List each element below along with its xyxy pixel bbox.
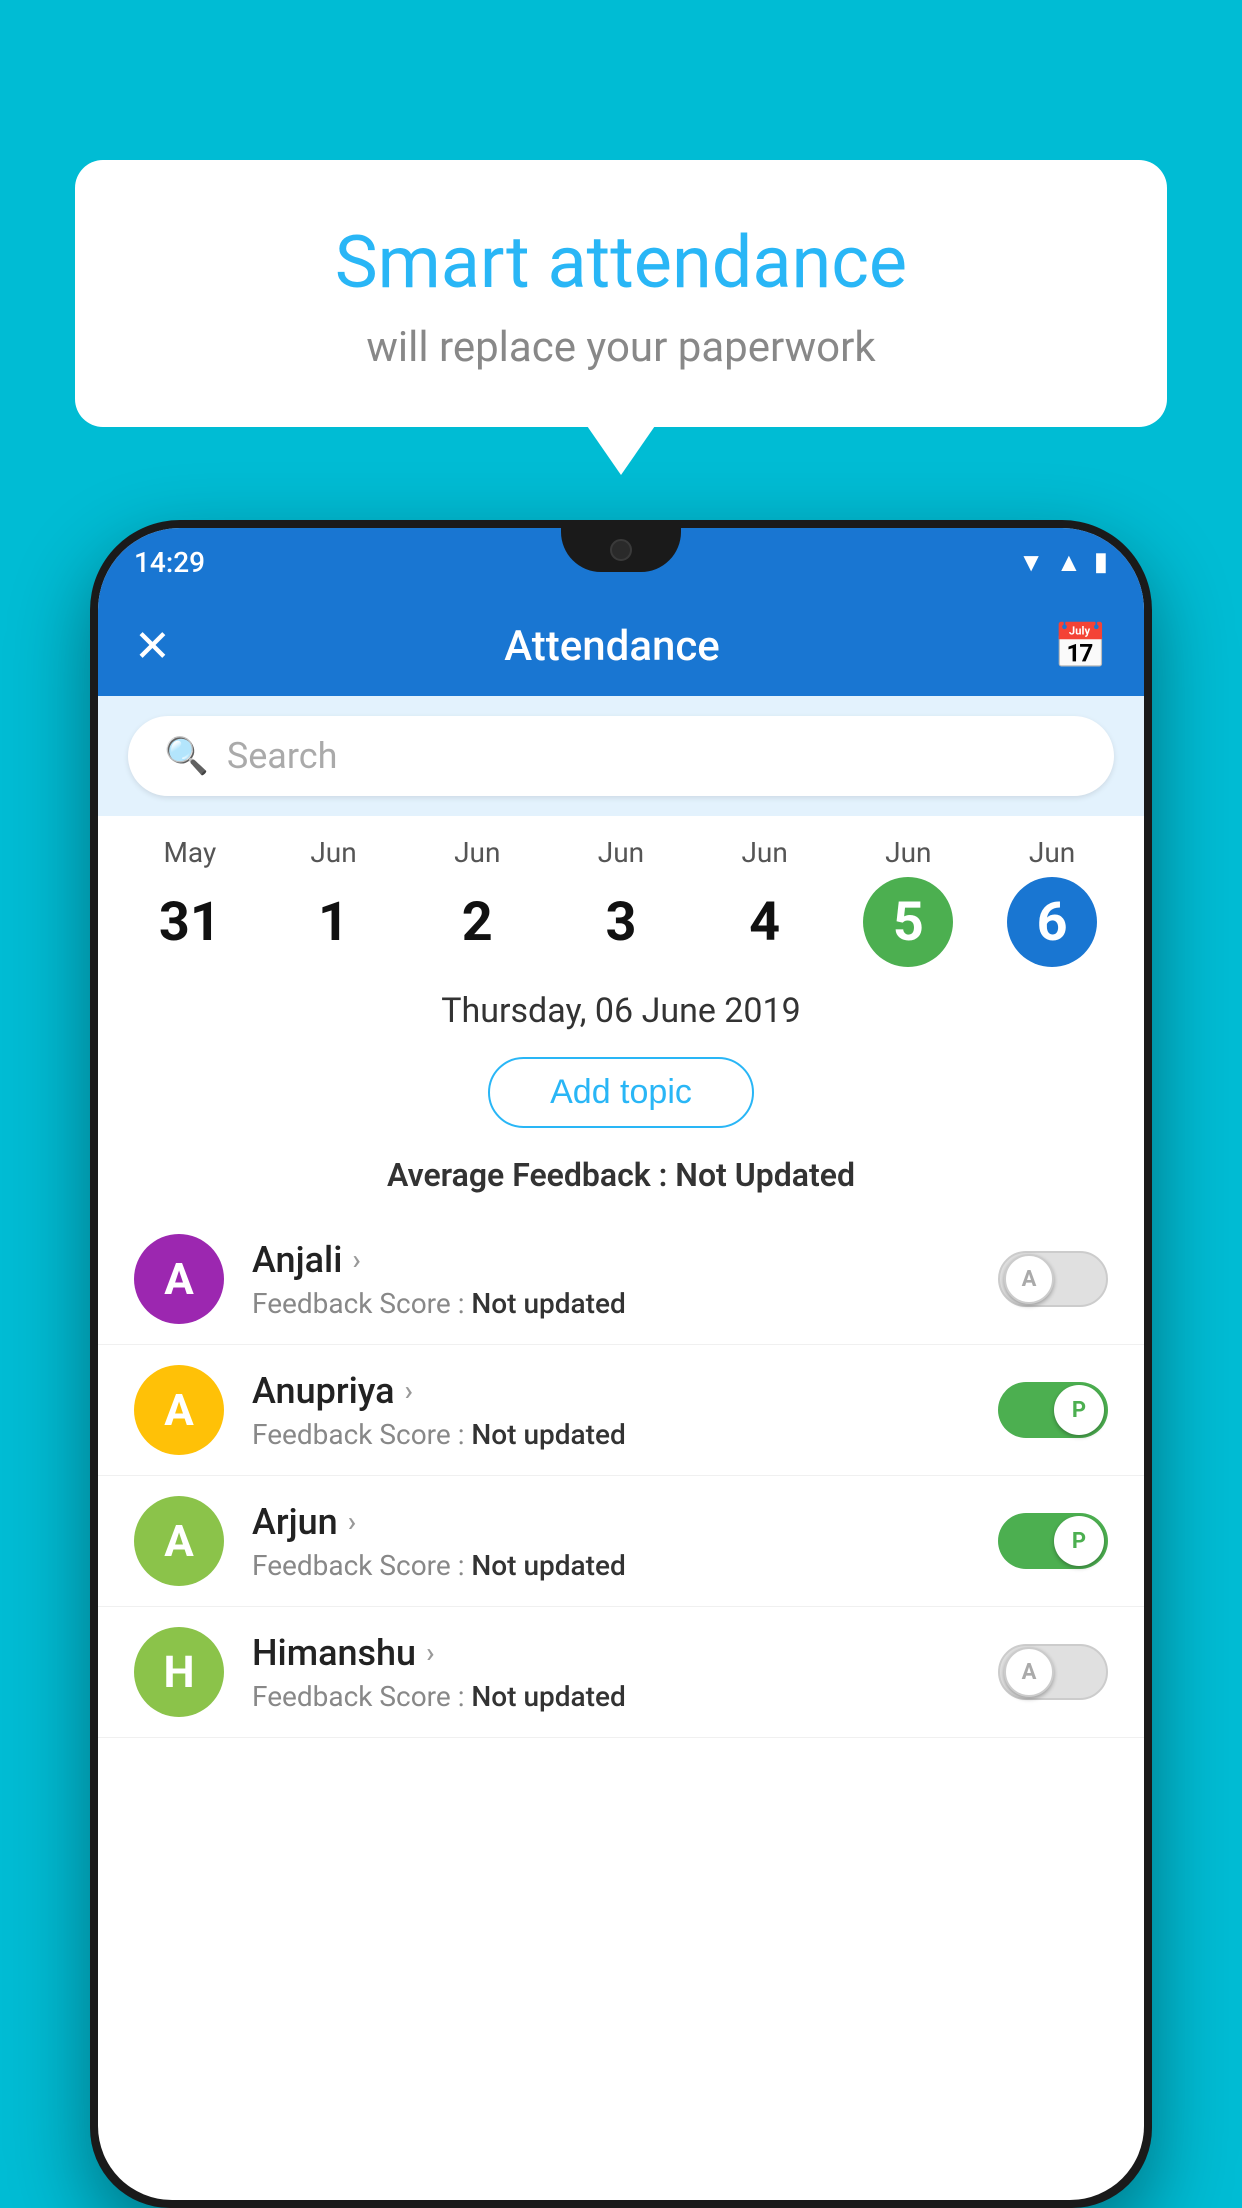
search-placeholder: Search	[227, 735, 338, 777]
student-info-himanshu: Himanshu › Feedback Score : Not updated	[252, 1632, 970, 1713]
student-feedback-himanshu: Feedback Score : Not updated	[252, 1680, 970, 1713]
battery-icon: ▮	[1094, 547, 1108, 577]
student-item-himanshu: H Himanshu › Feedback Score : Not update…	[98, 1607, 1144, 1738]
toggle-knob-anupriya: P	[1054, 1385, 1104, 1435]
toggle-himanshu[interactable]: A	[998, 1644, 1108, 1700]
cal-day-2[interactable]: Jun 2	[412, 836, 542, 967]
student-info-anupriya: Anupriya › Feedback Score : Not updated	[252, 1370, 970, 1451]
avg-feedback-value: Not Updated	[675, 1156, 855, 1194]
cal-month-3: Jun	[598, 836, 644, 869]
cal-month-2: Jun	[454, 836, 500, 869]
cal-day-1[interactable]: Jun 1	[269, 836, 399, 967]
speech-bubble-subtitle: will replace your paperwork	[135, 323, 1107, 372]
cal-num-6: 6	[1007, 877, 1097, 967]
status-time: 14:29	[134, 546, 205, 579]
search-bar[interactable]: 🔍 Search	[128, 716, 1114, 796]
student-feedback-anupriya: Feedback Score : Not updated	[252, 1418, 970, 1451]
avatar-anjali: A	[134, 1234, 224, 1324]
student-item-anjali: A Anjali › Feedback Score : Not updated …	[98, 1214, 1144, 1345]
avatar-arjun: A	[134, 1496, 224, 1586]
notch	[561, 528, 681, 572]
cal-day-0[interactable]: May 31	[125, 836, 255, 967]
app-title: Attendance	[504, 622, 719, 671]
add-topic-container: Add topic	[98, 1047, 1144, 1148]
chevron-icon-anjali: ›	[352, 1243, 360, 1276]
student-name-arjun[interactable]: Arjun ›	[252, 1501, 970, 1543]
student-item-arjun: A Arjun › Feedback Score : Not updated P	[98, 1476, 1144, 1607]
wifi-icon: ▼	[1018, 547, 1044, 578]
toggle-container-anupriya[interactable]: P	[998, 1382, 1108, 1438]
speech-bubble-container: Smart attendance will replace your paper…	[75, 160, 1167, 427]
toggle-anupriya[interactable]: P	[998, 1382, 1108, 1438]
calendar-icon[interactable]: 📅	[1053, 620, 1108, 672]
toggle-anjali[interactable]: A	[998, 1251, 1108, 1307]
status-bar: 14:29 ▼ ▲ ▮	[98, 528, 1144, 596]
cal-day-5[interactable]: Jun 5	[843, 836, 973, 967]
cal-month-0: May	[163, 836, 216, 869]
phone-frame: 14:29 ▼ ▲ ▮ ✕ Attendance 📅 🔍 Search May …	[90, 520, 1152, 2208]
toggle-knob-arjun: P	[1054, 1516, 1104, 1566]
student-name-anjali[interactable]: Anjali ›	[252, 1239, 970, 1281]
avg-feedback-label: Average Feedback :	[387, 1156, 667, 1194]
toggle-knob-anjali: A	[1004, 1254, 1054, 1304]
status-icons: ▼ ▲ ▮	[1018, 547, 1108, 578]
cal-num-3: 3	[576, 877, 666, 967]
student-info-anjali: Anjali › Feedback Score : Not updated	[252, 1239, 970, 1320]
notch-camera	[610, 539, 632, 561]
cal-num-4: 4	[720, 877, 810, 967]
cal-num-0: 31	[145, 877, 235, 967]
student-list: A Anjali › Feedback Score : Not updated …	[98, 1214, 1144, 1738]
student-name-himanshu[interactable]: Himanshu ›	[252, 1632, 970, 1674]
toggle-container-arjun[interactable]: P	[998, 1513, 1108, 1569]
calendar-strip: May 31 Jun 1 Jun 2 Jun 3 Jun 4 Jun 5	[98, 816, 1144, 967]
student-name-anupriya[interactable]: Anupriya ›	[252, 1370, 970, 1412]
selected-date: Thursday, 06 June 2019	[98, 967, 1144, 1047]
toggle-knob-himanshu: A	[1004, 1647, 1054, 1697]
search-container: 🔍 Search	[98, 696, 1144, 816]
cal-month-4: Jun	[741, 836, 787, 869]
phone-inner: 14:29 ▼ ▲ ▮ ✕ Attendance 📅 🔍 Search May …	[98, 528, 1144, 2200]
add-topic-button[interactable]: Add topic	[488, 1057, 754, 1128]
cal-day-4[interactable]: Jun 4	[700, 836, 830, 967]
avg-feedback: Average Feedback : Not Updated	[98, 1148, 1144, 1214]
chevron-icon-himanshu: ›	[426, 1636, 434, 1669]
avatar-anupriya: A	[134, 1365, 224, 1455]
student-feedback-anjali: Feedback Score : Not updated	[252, 1287, 970, 1320]
cal-num-1: 1	[289, 877, 379, 967]
cal-num-5: 5	[863, 877, 953, 967]
chevron-icon-arjun: ›	[348, 1505, 356, 1538]
toggle-arjun[interactable]: P	[998, 1513, 1108, 1569]
cal-month-5: Jun	[885, 836, 931, 869]
student-item-anupriya: A Anupriya › Feedback Score : Not update…	[98, 1345, 1144, 1476]
toggle-container-anjali[interactable]: A	[998, 1251, 1108, 1307]
avatar-himanshu: H	[134, 1627, 224, 1717]
chevron-icon-anupriya: ›	[405, 1374, 413, 1407]
search-icon: 🔍	[164, 735, 209, 777]
cal-day-6[interactable]: Jun 6	[987, 836, 1117, 967]
speech-bubble: Smart attendance will replace your paper…	[75, 160, 1167, 427]
cal-month-6: Jun	[1029, 836, 1075, 869]
signal-icon: ▲	[1056, 547, 1082, 578]
app-bar: ✕ Attendance 📅	[98, 596, 1144, 696]
student-feedback-arjun: Feedback Score : Not updated	[252, 1549, 970, 1582]
speech-bubble-title: Smart attendance	[135, 220, 1107, 305]
student-info-arjun: Arjun › Feedback Score : Not updated	[252, 1501, 970, 1582]
toggle-container-himanshu[interactable]: A	[998, 1644, 1108, 1700]
close-icon[interactable]: ✕	[134, 620, 171, 672]
cal-day-3[interactable]: Jun 3	[556, 836, 686, 967]
cal-num-2: 2	[432, 877, 522, 967]
cal-month-1: Jun	[310, 836, 356, 869]
